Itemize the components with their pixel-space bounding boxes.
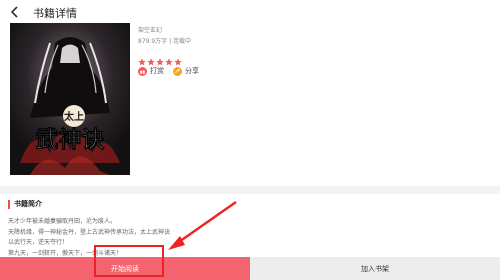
- reward-button[interactable]: 打赏: [138, 66, 164, 76]
- star-icon: [156, 58, 164, 66]
- add-to-shelf-button[interactable]: 加入书架: [250, 257, 500, 280]
- gift-icon: [138, 66, 147, 76]
- book-genre: 架空玄幻: [138, 27, 163, 34]
- star-icon: [165, 58, 173, 66]
- chevron-left-icon[interactable]: [8, 5, 22, 19]
- share-button[interactable]: 分享: [173, 66, 199, 76]
- reward-label: 打赏: [150, 67, 164, 75]
- share-icon: [173, 66, 182, 76]
- highlight-box: [94, 245, 164, 277]
- top-bar: 书籍详情: [0, 0, 500, 24]
- star-icon: [138, 58, 146, 66]
- intro-title: 书籍简介: [8, 200, 42, 209]
- star-icon: [147, 58, 155, 66]
- share-label: 分享: [185, 67, 199, 75]
- cover-title-main: 武神诀: [36, 126, 105, 153]
- intro-line: 天才少年被未婚妻骗取丹田，沦为废人。: [8, 218, 117, 225]
- bottom-bar: 开始阅读 加入书架: [0, 257, 500, 280]
- page-title: 书籍详情: [33, 7, 77, 20]
- star-icon: [174, 58, 182, 66]
- book-meta: 879.9万字 | 连载中: [138, 38, 192, 45]
- intro-line: 天降机缘，得一神秘金丹，登上古武神传承功法，太上武神诀: [8, 228, 171, 236]
- book-cover[interactable]: 太上 武神诀: [10, 23, 130, 175]
- section-divider: [0, 186, 500, 194]
- book-info: 架空玄幻 879.9万字 | 连载中 打赏 分享: [138, 27, 208, 76]
- rating-stars: [138, 51, 208, 66]
- cover-illustration: 太上 武神诀: [10, 23, 130, 175]
- cover-title-top: 太上: [63, 110, 84, 123]
- book-actions: 打赏 分享: [138, 66, 208, 76]
